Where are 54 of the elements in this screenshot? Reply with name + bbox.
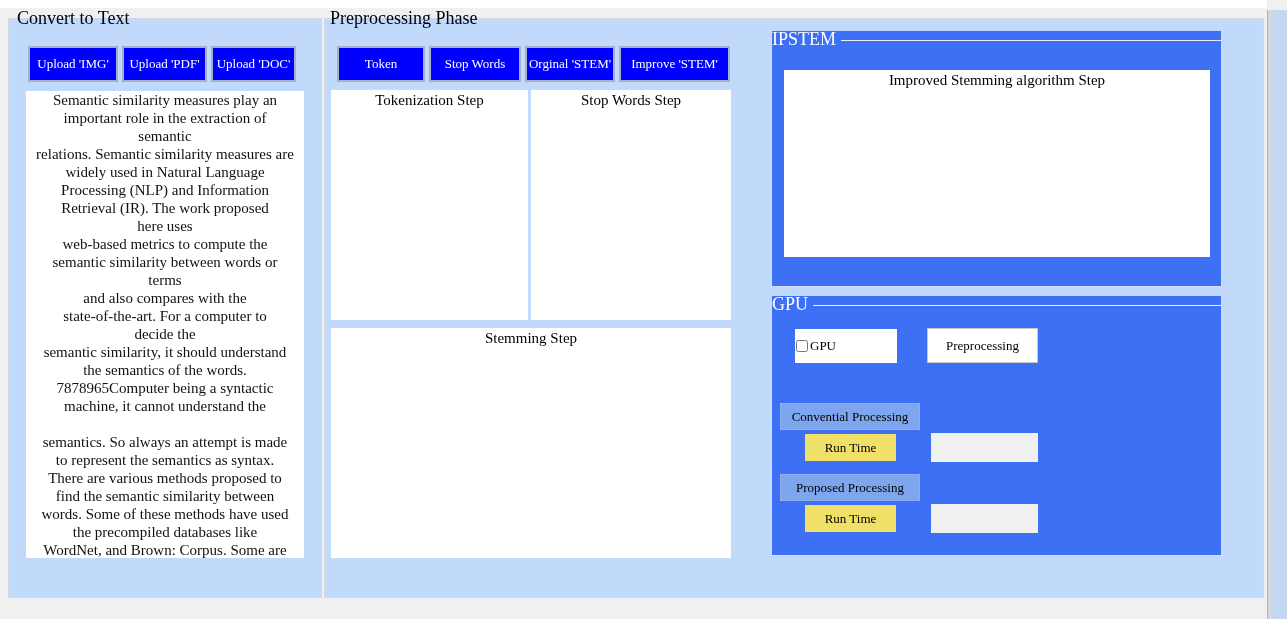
processing-label: Convential Processing: [780, 403, 920, 430]
run-time-button[interactable]: Run Time: [805, 434, 896, 461]
step-output-box[interactable]: Improved Stemming algorithm Step: [784, 70, 1210, 257]
processing-label: Proposed Processing: [780, 474, 920, 501]
text-line: terms: [147, 271, 183, 289]
panel-title: Preprocessing Phase: [329, 8, 479, 29]
run-time-field[interactable]: [931, 433, 1038, 462]
text-line: the semantics of the words.: [82, 361, 248, 379]
text-line: web-based metrics to compute the: [61, 235, 269, 253]
text-line: semantic similarity between words or: [51, 253, 279, 271]
step-output-box[interactable]: Stemming Step: [331, 328, 731, 558]
run-time-button[interactable]: Run Time: [805, 505, 896, 532]
text-line: 7878965Computer being a syntactic: [55, 379, 275, 397]
step-button[interactable]: Orginal 'STEM': [525, 46, 615, 82]
text-line: relations. Semantic similarity measures are: [35, 145, 295, 163]
text-line: WordNet, and Brown: Corpus. Some are: [42, 541, 288, 558]
text-line: here uses: [136, 217, 194, 235]
panel-title: GPU: [772, 296, 808, 312]
panel-title: Convert to Text: [16, 8, 131, 29]
text-line: important role in the extraction of: [62, 109, 268, 127]
step-title: Improved Stemming algorithm Step: [888, 72, 1106, 88]
text-line: state-of-the-art. For a computer to: [62, 307, 268, 325]
step-button[interactable]: Stop Words: [429, 46, 521, 82]
run-time-field[interactable]: [931, 504, 1038, 533]
preprocessing-button[interactable]: Preprocessing: [927, 328, 1038, 363]
text-line: There are various methods proposed to: [47, 469, 283, 487]
text-line: the precompiled databases like: [71, 523, 259, 541]
text-line: Processing (NLP) and Information: [60, 181, 270, 199]
text-line: words. Some of these methods have used: [40, 505, 290, 523]
step-button[interactable]: Token: [337, 46, 425, 82]
text-line: Semantic similarity measures play an: [51, 91, 279, 109]
text-line: decide the: [133, 325, 197, 343]
step-output-box[interactable]: Tokenization Step: [331, 90, 528, 320]
text-line: semantics. So always an attempt is made: [41, 433, 289, 451]
checkbox[interactable]: [796, 339, 808, 352]
upload-button[interactable]: Upload 'IMG': [28, 46, 118, 82]
text-line: semantic: [137, 127, 193, 145]
upload-button[interactable]: Upload 'DOC': [211, 46, 296, 82]
text-area[interactable]: [26, 91, 304, 558]
upload-button[interactable]: Upload 'PDF': [122, 46, 207, 82]
text-line: machine, it cannot understand the: [63, 397, 267, 415]
step-output-box[interactable]: Stop Words Step: [531, 90, 731, 320]
panel-title: IPSTEM: [772, 31, 836, 47]
step-button[interactable]: Improve 'STEM': [619, 46, 730, 82]
step-title: Tokenization Step: [375, 92, 484, 108]
checkbox-label: GPU: [810, 337, 836, 354]
text-line: Retrieval (IR). The work proposed: [60, 199, 270, 217]
step-title: Stop Words Step: [580, 92, 682, 108]
text-line: and also compares with the: [82, 289, 248, 307]
text-line: find the semantic similarity between: [54, 487, 276, 505]
step-title: Stemming Step: [484, 330, 578, 346]
text-line: to represent the semantics as syntax.: [54, 451, 276, 469]
text-line: semantic similarity, it should understand: [42, 343, 288, 361]
text-line: widely used in Natural Language: [64, 163, 266, 181]
